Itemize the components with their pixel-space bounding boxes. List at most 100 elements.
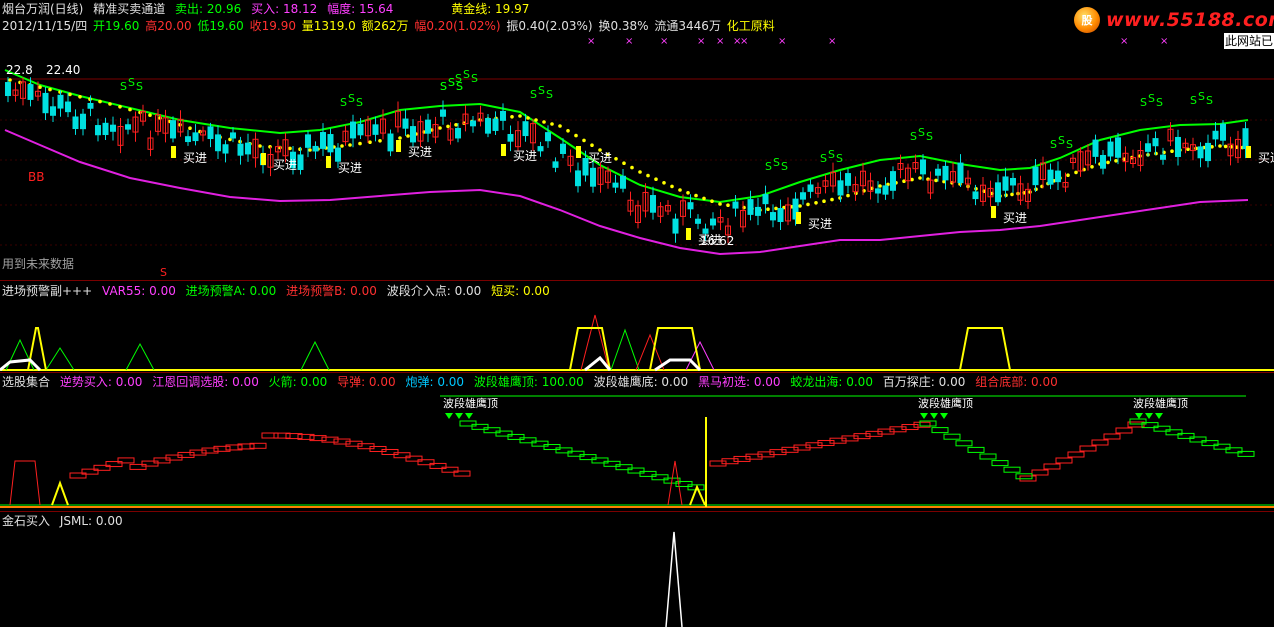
- s-marker: S: [836, 152, 843, 165]
- candle-body: [305, 134, 311, 148]
- green-step-line: [639, 470, 657, 477]
- candle-body: [972, 191, 979, 200]
- buy-value: 买入: 18.12: [251, 2, 318, 16]
- down-arrow-icon: [465, 413, 473, 419]
- yellow-dot: [518, 114, 522, 118]
- red-spike: [9, 460, 41, 506]
- entry-warning-panel[interactable]: [0, 300, 1274, 372]
- down-arrow-icon: [1135, 413, 1143, 419]
- candle-body: [485, 118, 491, 134]
- yellow-dot: [438, 126, 442, 130]
- buy-candle: [326, 156, 331, 168]
- panel4-label: JSML: 0.00: [59, 514, 123, 528]
- yellow-dot: [378, 139, 382, 143]
- panel3-label: 蛟龙出海: 0.00: [790, 375, 873, 389]
- candle-body: [65, 101, 71, 113]
- warning-spike: [610, 328, 640, 371]
- s-marker: S: [456, 80, 463, 93]
- yellow-dot: [1229, 145, 1233, 149]
- candle-body: [695, 218, 701, 224]
- yellow-dot: [348, 143, 352, 147]
- panel3-label: 炮弹: 0.00: [405, 375, 465, 389]
- price-high-label: 22.40: [46, 63, 80, 77]
- main-price-chart[interactable]: 买进买进买进买进买进买进买进买进买进买进SSSSSSSSSSSSSSSSSSSS…: [0, 18, 1274, 280]
- candle-body: [942, 165, 949, 181]
- red-step-line: [141, 460, 159, 467]
- buy-signal-label: 买进: [808, 217, 832, 231]
- candle-body: [522, 121, 529, 137]
- candle-body: [1242, 128, 1249, 150]
- candle-body: [87, 102, 94, 109]
- candle-body: [440, 109, 446, 117]
- down-arrow-icon: [1145, 413, 1153, 419]
- candle-body: [1205, 142, 1211, 162]
- green-step-line: [955, 440, 973, 447]
- buy-signal-label: 买进: [588, 151, 612, 165]
- s-marker: S: [463, 68, 470, 81]
- jinshi-buy-panel[interactable]: [0, 530, 1274, 627]
- future-data-note: 用到未来数据: [2, 257, 75, 271]
- yellow-dot: [774, 206, 778, 211]
- yellow-dot: [1170, 149, 1174, 153]
- yellow-dot: [98, 99, 102, 104]
- s-marker: S: [440, 80, 447, 93]
- candle-body: [410, 126, 416, 143]
- green-step-line: [567, 450, 585, 457]
- yellow-dot: [646, 173, 650, 178]
- yellow-dot: [918, 176, 922, 180]
- s-marker: S: [448, 76, 455, 89]
- top-marker-label: 波段雄鹰顶: [1133, 396, 1188, 410]
- candle-body: [425, 119, 431, 134]
- s-marker: S: [1140, 96, 1147, 109]
- yellow-dot: [638, 170, 642, 174]
- panel3-label: 火箭: 0.00: [268, 375, 328, 389]
- indicator-name[interactable]: 精准买卖通道: [93, 2, 165, 16]
- panel2-label: 波段介入点: 0.00: [386, 284, 482, 298]
- green-step-line: [543, 444, 561, 451]
- candle-body: [800, 192, 806, 200]
- yellow-dot: [550, 122, 554, 126]
- yellow-dot: [188, 126, 192, 130]
- candle-body: [1010, 177, 1016, 186]
- s-marker: S: [356, 96, 363, 109]
- buy-signal-label: 买进: [408, 145, 432, 159]
- green-step-line: [967, 446, 985, 453]
- candle-body: [207, 126, 214, 140]
- sell-s-marker: S: [160, 266, 167, 279]
- candle-body: [327, 134, 334, 153]
- yellow-dot: [454, 123, 458, 127]
- candle-body: [500, 110, 506, 121]
- x-marker: ×: [660, 36, 668, 47]
- warning-spike: [45, 347, 75, 371]
- yellow-dot: [726, 203, 730, 207]
- red-step-line: [1067, 451, 1085, 458]
- yellow-dot: [8, 78, 12, 82]
- x-marker: ×: [1160, 36, 1168, 47]
- yellow-dot: [1218, 144, 1222, 148]
- green-step-line: [483, 427, 501, 434]
- candle-body: [1152, 138, 1159, 147]
- red-step-line: [381, 448, 399, 455]
- yellow-dot: [526, 116, 530, 120]
- candle-body: [357, 123, 364, 136]
- yellow-dot: [258, 144, 262, 148]
- s-marker: S: [926, 130, 933, 143]
- candle-body: [875, 188, 881, 194]
- candle-body: [687, 202, 694, 210]
- candle-body: [455, 127, 461, 139]
- candle-body: [80, 113, 86, 130]
- s-marker: S: [120, 80, 127, 93]
- entry-white-line: [654, 358, 702, 372]
- red-step-line: [117, 457, 135, 464]
- yellow-dot: [340, 144, 344, 148]
- yellow-dot: [48, 87, 52, 92]
- stock-selection-panel[interactable]: 波段雄鹰顶 波段雄鹰顶 波段雄鹰顶: [0, 391, 1274, 511]
- s-marker: S: [828, 148, 835, 161]
- candle-body: [545, 132, 551, 142]
- candle-body: [710, 218, 716, 226]
- green-step-line: [943, 433, 961, 440]
- candle-body: [192, 132, 199, 142]
- green-step-line: [931, 427, 949, 434]
- stock-title[interactable]: 烟台万润(日线): [2, 2, 83, 16]
- yellow-dot: [1106, 160, 1110, 165]
